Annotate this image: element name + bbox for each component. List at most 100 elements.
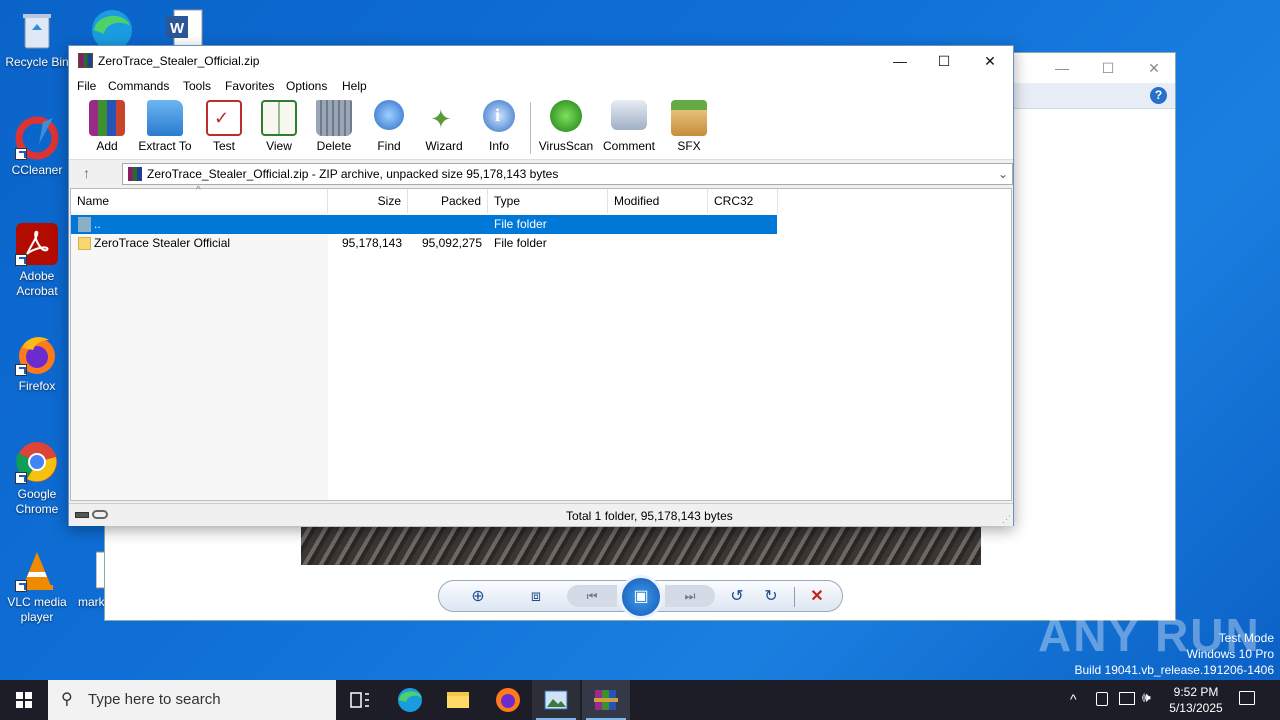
menu-help[interactable]: Help	[342, 79, 367, 93]
add-icon	[89, 100, 125, 136]
desktop-icon-word[interactable]: W	[162, 8, 206, 48]
info-icon: i	[483, 100, 515, 132]
rotate-right-icon[interactable]: ↻	[760, 586, 782, 608]
sfx-button[interactable]: SFX	[659, 100, 719, 153]
extract-to-button[interactable]: Extract To	[135, 100, 195, 153]
menu-file[interactable]: File	[77, 79, 96, 93]
maximize-icon[interactable]: ☐	[1085, 53, 1131, 83]
menu-tools[interactable]: Tools	[183, 79, 211, 93]
wizard-button[interactable]: ✦ Wizard	[414, 100, 474, 153]
fit-to-window-icon[interactable]: ⧈	[525, 586, 547, 608]
taskbar-firefox[interactable]	[484, 680, 532, 720]
slideshow-icon[interactable]: ▣	[619, 575, 663, 619]
resize-grip-icon[interactable]: ⋰	[1002, 514, 1011, 525]
winrar-window[interactable]: ZeroTrace_Stealer_Official.zip — ☐ ✕ Fil…	[68, 45, 1014, 526]
tray-battery-icon[interactable]	[1096, 692, 1108, 706]
tray-overflow-icon[interactable]: ^	[1070, 691, 1077, 707]
tray-time: 9:52 PM	[1173, 685, 1219, 699]
toolbar-label: Add	[96, 139, 118, 153]
divider	[794, 587, 795, 607]
network-icon[interactable]	[1119, 692, 1135, 705]
shortcut-arrow-icon	[15, 580, 27, 592]
virusscan-button[interactable]: VirusScan	[536, 100, 596, 153]
firefox-icon	[496, 688, 520, 712]
maximize-icon[interactable]: ☐	[921, 46, 967, 76]
row-packed: 95,092,275	[421, 236, 482, 250]
column-header-modified[interactable]: Modified	[608, 189, 708, 213]
desktop-icon-recycle-bin[interactable]: Recycle Bin	[1, 8, 73, 70]
notification-icon[interactable]	[1239, 691, 1255, 705]
chevron-down-icon[interactable]: ⌄	[998, 164, 1008, 184]
info-button[interactable]: i Info	[469, 100, 529, 153]
winrar-icon	[594, 690, 618, 710]
address-bar: ↑ ZeroTrace_Stealer_Official.zip - ZIP a…	[69, 161, 1013, 187]
svg-text:W: W	[170, 20, 185, 37]
view-button[interactable]: View	[249, 100, 309, 153]
shortcut-arrow-icon	[15, 472, 27, 484]
winrar-titlebar[interactable]: ZeroTrace_Stealer_Official.zip — ☐ ✕	[69, 46, 1013, 76]
taskbar-file-explorer[interactable]	[434, 680, 482, 720]
column-header-packed[interactable]: Packed	[408, 189, 488, 213]
menu-commands[interactable]: Commands	[108, 79, 169, 93]
photo-viewer-controls: ⊕ ⧈ ⏮ ▣ ⏭ ↺ ↻ ✕	[438, 575, 843, 619]
comment-button[interactable]: Comment	[599, 100, 659, 153]
tray-clock[interactable]: 9:52 PM 5/13/2025	[1166, 684, 1226, 716]
add-button[interactable]: Add	[77, 100, 137, 153]
desktop-icon-google-chrome[interactable]: Google Chrome	[1, 440, 73, 517]
table-row[interactable]: ZeroTrace Stealer Official 95,178,143 95…	[71, 234, 777, 253]
up-arrow-icon[interactable]: ↑	[83, 165, 90, 181]
delete-button[interactable]: Delete	[304, 100, 364, 153]
windows-logo-icon	[16, 692, 32, 708]
status-bar: Total 1 folder, 95,178,143 bytes ⋰	[69, 503, 1013, 526]
previous-icon[interactable]: ⏮	[567, 585, 617, 607]
task-view-button[interactable]	[336, 680, 384, 720]
minimize-icon[interactable]: —	[877, 46, 923, 76]
toolbar-separator	[530, 102, 531, 154]
zoom-icon[interactable]: ⊕	[467, 586, 489, 608]
toolbar-label: Comment	[602, 139, 655, 153]
desktop-icon-label: Adobe Acrobat	[16, 269, 58, 298]
desktop-icon-ccleaner[interactable]: CCleaner	[1, 116, 73, 178]
delete-icon[interactable]: ✕	[806, 586, 828, 608]
search-placeholder: Type here to search	[88, 691, 221, 708]
desktop-icon-label: CCleaner	[11, 163, 63, 177]
close-icon[interactable]: ✕	[1131, 53, 1177, 83]
status-text: Total 1 folder, 95,178,143 bytes	[566, 509, 733, 523]
toolbar-label: Info	[488, 139, 509, 153]
taskbar-winrar[interactable]	[582, 680, 630, 720]
desktop-icon-adobe-acrobat[interactable]: Adobe Acrobat	[1, 222, 73, 299]
column-header-crc32[interactable]: CRC32	[708, 189, 778, 213]
minimize-icon[interactable]: —	[1039, 53, 1085, 83]
address-field[interactable]: ZeroTrace_Stealer_Official.zip - ZIP arc…	[122, 163, 1013, 185]
winrar-toolbar: Add Extract To ✓ Test View Delete Find ✦…	[69, 96, 1013, 160]
help-icon[interactable]: ?	[1150, 87, 1167, 104]
taskbar-search-box[interactable]: ⚲ Type here to search	[48, 680, 336, 720]
column-header-size[interactable]: Size	[328, 189, 408, 213]
desktop-icon-firefox[interactable]: Firefox	[1, 332, 73, 394]
start-button[interactable]	[0, 680, 48, 720]
watermark-line: Windows 10 Pro	[1186, 647, 1274, 661]
find-button[interactable]: Find	[359, 100, 419, 153]
test-button[interactable]: ✓ Test	[194, 100, 254, 153]
next-icon[interactable]: ⏭	[665, 585, 715, 607]
taskbar-photo-viewer[interactable]	[532, 680, 580, 720]
shortcut-arrow-icon	[15, 254, 27, 266]
view-book-icon	[261, 100, 297, 136]
archive-icon	[128, 167, 142, 181]
desktop-icon-vlc[interactable]: VLC media player	[1, 548, 73, 625]
volume-icon[interactable]: 🕪	[1142, 689, 1151, 706]
wand-icon: ✦	[430, 104, 452, 134]
folder-icon	[447, 692, 469, 708]
extract-folder-icon	[147, 100, 183, 136]
column-header-type[interactable]: Type	[488, 189, 608, 213]
taskbar-edge[interactable]	[386, 680, 434, 720]
menu-favorites[interactable]: Favorites	[225, 79, 274, 93]
winrar-app-icon	[78, 53, 93, 68]
desktop-icon-edge[interactable]	[88, 4, 136, 50]
rotate-left-icon[interactable]: ↺	[726, 586, 748, 608]
desktop-icon-label: Firefox	[18, 379, 56, 393]
table-row[interactable]: .. File folder	[71, 215, 777, 234]
menu-options[interactable]: Options	[286, 79, 327, 93]
close-icon[interactable]: ✕	[967, 46, 1013, 76]
test-clipboard-icon: ✓	[206, 100, 242, 136]
